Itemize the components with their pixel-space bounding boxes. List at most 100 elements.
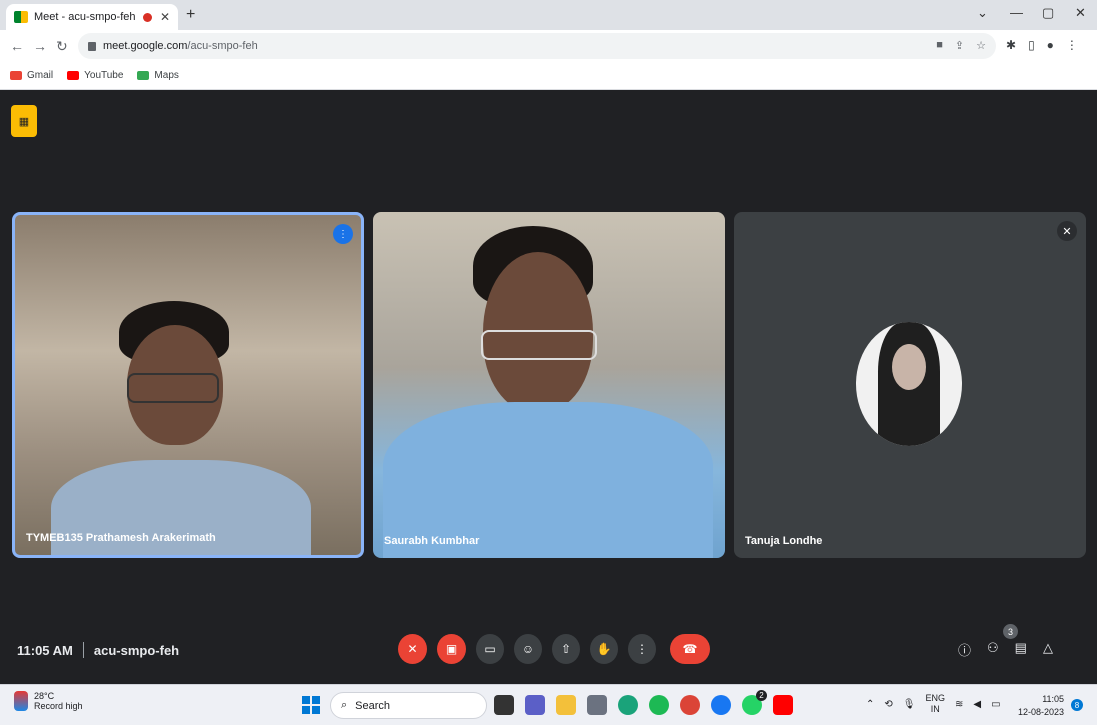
notification-badge[interactable]: 8 (1071, 699, 1083, 711)
mic-off-button[interactable]: ✕ (398, 634, 427, 664)
youtube-icon (67, 71, 80, 80)
side-panel-icon[interactable]: ▯ (1028, 38, 1035, 52)
bookmark-label: YouTube (84, 70, 124, 81)
new-tab-icon[interactable]: + (186, 6, 195, 24)
people-icon[interactable]: ⚇ (987, 640, 999, 659)
activities-icon[interactable]: △ (1043, 640, 1053, 659)
chrome-icon[interactable] (680, 695, 700, 715)
chevron-up-icon[interactable]: ⌃ (866, 699, 874, 710)
settings-icon[interactable] (587, 695, 607, 715)
teams-icon[interactable] (525, 695, 545, 715)
bookmark-maps[interactable]: Maps (137, 70, 179, 81)
bookmark-youtube[interactable]: YouTube (67, 70, 123, 81)
file-explorer-icon[interactable] (556, 695, 576, 715)
bookmarks-bar: Gmail YouTube Maps (0, 62, 1097, 90)
url-field[interactable]: meet.google.com /acu-smpo-feh ■ ⇪ ☆ (78, 33, 996, 59)
meet-stage: ▦ ⋮ TYMEB135 Prathamesh Arakerimath Saur… (0, 91, 1097, 684)
participant-avatar (856, 322, 962, 446)
sync-icon[interactable]: ⟲ (884, 699, 892, 710)
bookmark-label: Maps (154, 70, 179, 81)
chat-icon[interactable]: ▤ (1015, 640, 1027, 659)
search-placeholder: Search (355, 699, 391, 712)
taskbar-apps: 2 (494, 690, 793, 715)
forward-icon[interactable]: → (33, 38, 47, 54)
gmail-icon (10, 71, 22, 80)
tab-search-icon[interactable]: ⌄ (977, 5, 988, 21)
temperature: 28°C (34, 691, 55, 701)
more-options-button[interactable]: ⋮ (628, 634, 656, 664)
taskbar: 28°C Record high ⌕ Search 2 ⌃ ⟲ 🎙 ENG IN… (0, 684, 1097, 725)
divider (82, 642, 84, 658)
participant-name: Tanuja Londhe (745, 535, 823, 547)
share-icon[interactable]: ⇪ (955, 39, 964, 52)
battery-icon[interactable]: ▭ (991, 699, 1000, 710)
language-indicator[interactable]: ENG IN (925, 693, 945, 715)
microphone-icon[interactable]: 🎙 (903, 699, 916, 710)
language-line1: ENG (925, 693, 945, 703)
start-button[interactable] (302, 696, 320, 714)
recording-icon (142, 12, 152, 22)
camera-icon[interactable]: ■ (936, 39, 943, 52)
system-tray: ⌃ ⟲ 🎙 ENG IN ≋ ◀ ▭ (866, 693, 1001, 715)
task-view-icon[interactable] (494, 695, 514, 715)
leave-call-button[interactable]: ☎ (670, 634, 710, 664)
extensions-icon[interactable]: ✱ (1006, 38, 1016, 52)
emoji-button[interactable]: ☺ (514, 634, 542, 664)
meeting-code: acu-smpo-feh (93, 642, 180, 658)
call-controls: ✕ ▣ ▭ ☺ ⇧ ✋ ⋮ ☎ (398, 634, 710, 664)
tab-title: Meet - acu-smpo-feh (34, 11, 136, 23)
participant-tile-3[interactable]: ✕ Tanuja Londhe (734, 212, 1086, 558)
taskbar-search[interactable]: ⌕ Search (330, 692, 487, 719)
address-bar-row: ← → ↻ meet.google.com /acu-smpo-feh ■ ⇪ … (0, 30, 1097, 62)
clock-time: 11:05 (1042, 694, 1065, 704)
participant-name: TYMEB135 Prathamesh Arakerimath (26, 532, 216, 544)
people-count-badge: 3 (1003, 624, 1018, 639)
close-tab-icon[interactable]: ✕ (160, 10, 170, 24)
bookmark-label: Gmail (27, 70, 54, 81)
thermometer-icon (14, 691, 28, 711)
lock-icon (88, 41, 96, 51)
meeting-info: 11:05 AM acu-smpo-feh (17, 642, 179, 658)
clock[interactable]: 11:05 12-08-2023 (1018, 693, 1064, 719)
profile-avatar[interactable]: ● (1047, 38, 1054, 52)
facebook-icon[interactable] (711, 695, 731, 715)
weather-note: Record high (34, 701, 83, 711)
mic-off-icon: ✕ (1057, 221, 1077, 241)
meeting-details-icon[interactable]: ⓘ (958, 640, 971, 659)
minimize-icon[interactable]: — (1010, 5, 1023, 20)
whatsapp-badge: 2 (756, 690, 767, 701)
volume-icon[interactable]: ◀ (973, 699, 981, 710)
youtube-app-icon[interactable] (773, 695, 793, 715)
present-screen-button[interactable]: ⇧ (552, 634, 580, 664)
url-path: /acu-smpo-feh (187, 40, 258, 52)
close-window-icon[interactable]: ✕ (1075, 5, 1086, 21)
browser-tab-strip: Meet - acu-smpo-feh ✕ + ⌄ — ▢ ✕ (0, 0, 1097, 30)
extension-toolbar: ✱ ▯ ● ⋮ (1006, 38, 1078, 52)
captions-button[interactable]: ▭ (476, 634, 504, 664)
menu-kebab-icon[interactable]: ⋮ (1066, 38, 1078, 52)
language-line2: IN (930, 704, 940, 714)
captions-off-badge[interactable]: ▦ (11, 105, 37, 137)
weather-widget[interactable]: 28°C Record high (14, 691, 83, 711)
glasses (127, 373, 219, 403)
browser-tab[interactable]: Meet - acu-smpo-feh ✕ (6, 4, 178, 30)
reload-icon[interactable]: ↻ (56, 38, 68, 55)
star-icon[interactable]: ☆ (976, 39, 986, 52)
camera-off-button[interactable]: ▣ (437, 634, 466, 664)
bookmark-gmail[interactable]: Gmail (10, 70, 53, 81)
whatsapp-icon[interactable]: 2 (742, 690, 767, 715)
glasses (481, 330, 597, 360)
participant-tile-1[interactable]: ⋮ TYMEB135 Prathamesh Arakerimath (12, 212, 364, 558)
spotify-icon[interactable] (649, 695, 669, 715)
clock-date: 12-08-2023 (1018, 707, 1065, 717)
raise-hand-button[interactable]: ✋ (590, 634, 618, 664)
meet-favicon-icon (14, 11, 28, 23)
back-icon[interactable]: ← (10, 38, 24, 54)
edge-icon[interactable] (618, 695, 638, 715)
side-panel-buttons: ⓘ ⚇ ▤ △ (958, 640, 1053, 659)
search-icon: ⌕ (341, 699, 348, 711)
wifi-icon[interactable]: ≋ (955, 699, 963, 710)
participant-tile-2[interactable]: Saurabh Kumbhar (373, 212, 725, 558)
maximize-icon[interactable]: ▢ (1042, 5, 1054, 21)
meeting-time: 11:05 AM (17, 642, 73, 658)
